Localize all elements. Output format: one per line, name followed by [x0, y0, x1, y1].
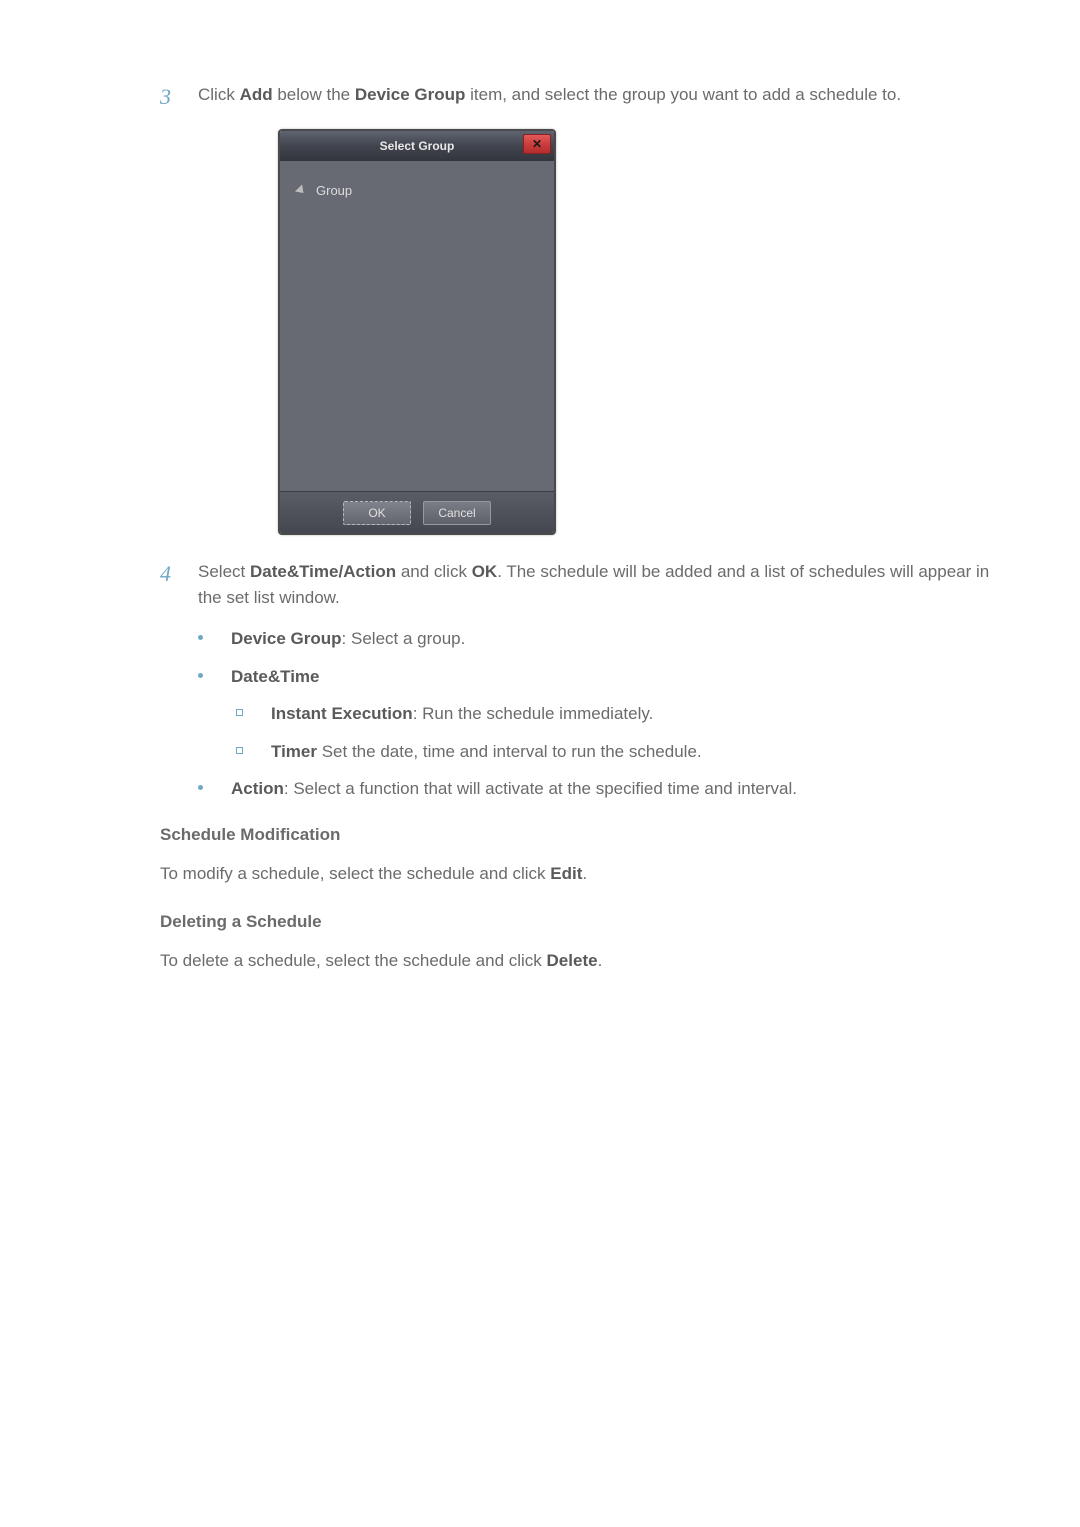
- text: To modify a schedule, select the schedul…: [160, 864, 550, 883]
- list-item: Date&Time: [198, 664, 1000, 690]
- item-text: Date&Time: [231, 664, 320, 690]
- item-text: Device Group: Select a group.: [231, 626, 465, 652]
- heading-schedule-modification: Schedule Modification: [160, 822, 1000, 848]
- tree-label: Group: [316, 181, 352, 201]
- bold: Instant Execution: [271, 704, 413, 723]
- cancel-button[interactable]: Cancel: [423, 501, 491, 525]
- text: Set the date, time and interval to run t…: [317, 742, 702, 761]
- bold: Action: [231, 779, 284, 798]
- list-item: Device Group: Select a group.: [198, 626, 1000, 652]
- step-text: Click Add below the Device Group item, a…: [198, 80, 1000, 108]
- heading-deleting-schedule: Deleting a Schedule: [160, 909, 1000, 935]
- item-text: Action: Select a function that will acti…: [231, 776, 797, 802]
- list-item: Instant Execution: Run the schedule imme…: [236, 701, 1000, 727]
- button-label: Cancel: [438, 504, 475, 522]
- select-group-dialog: Select Group ✕ Group OK Cancel: [278, 129, 556, 535]
- bullet-icon: [198, 785, 203, 790]
- text: and click: [396, 562, 472, 581]
- sub-bullet-icon: [236, 747, 243, 754]
- dialog-footer: OK Cancel: [280, 491, 554, 533]
- dialog-titlebar: Select Group ✕: [280, 131, 554, 161]
- list-item: Timer Set the date, time and interval to…: [236, 739, 1000, 765]
- bold-edit: Edit: [550, 864, 582, 883]
- paragraph: To modify a schedule, select the schedul…: [160, 861, 1000, 887]
- text: : Select a function that will activate a…: [284, 779, 797, 798]
- close-icon: ✕: [532, 135, 542, 153]
- bullet-list: Device Group: Select a group. Date&Time …: [198, 626, 1000, 802]
- item-text: Instant Execution: Run the schedule imme…: [271, 701, 653, 727]
- expand-arrow-icon: [295, 185, 307, 197]
- close-button[interactable]: ✕: [523, 134, 551, 154]
- bold-device-group: Device Group: [355, 85, 466, 104]
- text: Select: [198, 562, 250, 581]
- ok-button[interactable]: OK: [343, 501, 411, 525]
- step-text: Select Date&Time/Action and click OK. Th…: [198, 557, 1000, 610]
- text: To delete a schedule, select the schedul…: [160, 951, 547, 970]
- text: : Run the schedule immediately.: [413, 704, 654, 723]
- sub-bullet-list: Instant Execution: Run the schedule imme…: [236, 701, 1000, 764]
- text: .: [582, 864, 587, 883]
- button-label: OK: [368, 504, 385, 522]
- text: below the: [273, 85, 355, 104]
- dialog-title: Select Group: [380, 137, 455, 155]
- step-number: 3: [160, 80, 198, 113]
- text: .: [598, 951, 603, 970]
- bold: Timer: [271, 742, 317, 761]
- step-4: 4 Select Date&Time/Action and click OK. …: [160, 557, 1000, 610]
- bold: Date&Time: [231, 667, 320, 686]
- dialog-screenshot: Select Group ✕ Group OK Cancel: [278, 129, 1000, 535]
- bold-dta: Date&Time/Action: [250, 562, 396, 581]
- item-text: Timer Set the date, time and interval to…: [271, 739, 702, 765]
- dialog-body: Group: [280, 161, 554, 491]
- step-number: 4: [160, 557, 198, 590]
- tree-item-group[interactable]: Group: [292, 175, 542, 207]
- sub-bullet-icon: [236, 709, 243, 716]
- text: : Select a group.: [342, 629, 466, 648]
- bold-add: Add: [240, 85, 273, 104]
- text: item, and select the group you want to a…: [465, 85, 901, 104]
- paragraph: To delete a schedule, select the schedul…: [160, 948, 1000, 974]
- bold-delete: Delete: [547, 951, 598, 970]
- bullet-icon: [198, 673, 203, 678]
- list-item: Action: Select a function that will acti…: [198, 776, 1000, 802]
- bold: Device Group: [231, 629, 342, 648]
- text: Click: [198, 85, 240, 104]
- bold-ok: OK: [472, 562, 498, 581]
- bullet-icon: [198, 635, 203, 640]
- step-3: 3 Click Add below the Device Group item,…: [160, 80, 1000, 113]
